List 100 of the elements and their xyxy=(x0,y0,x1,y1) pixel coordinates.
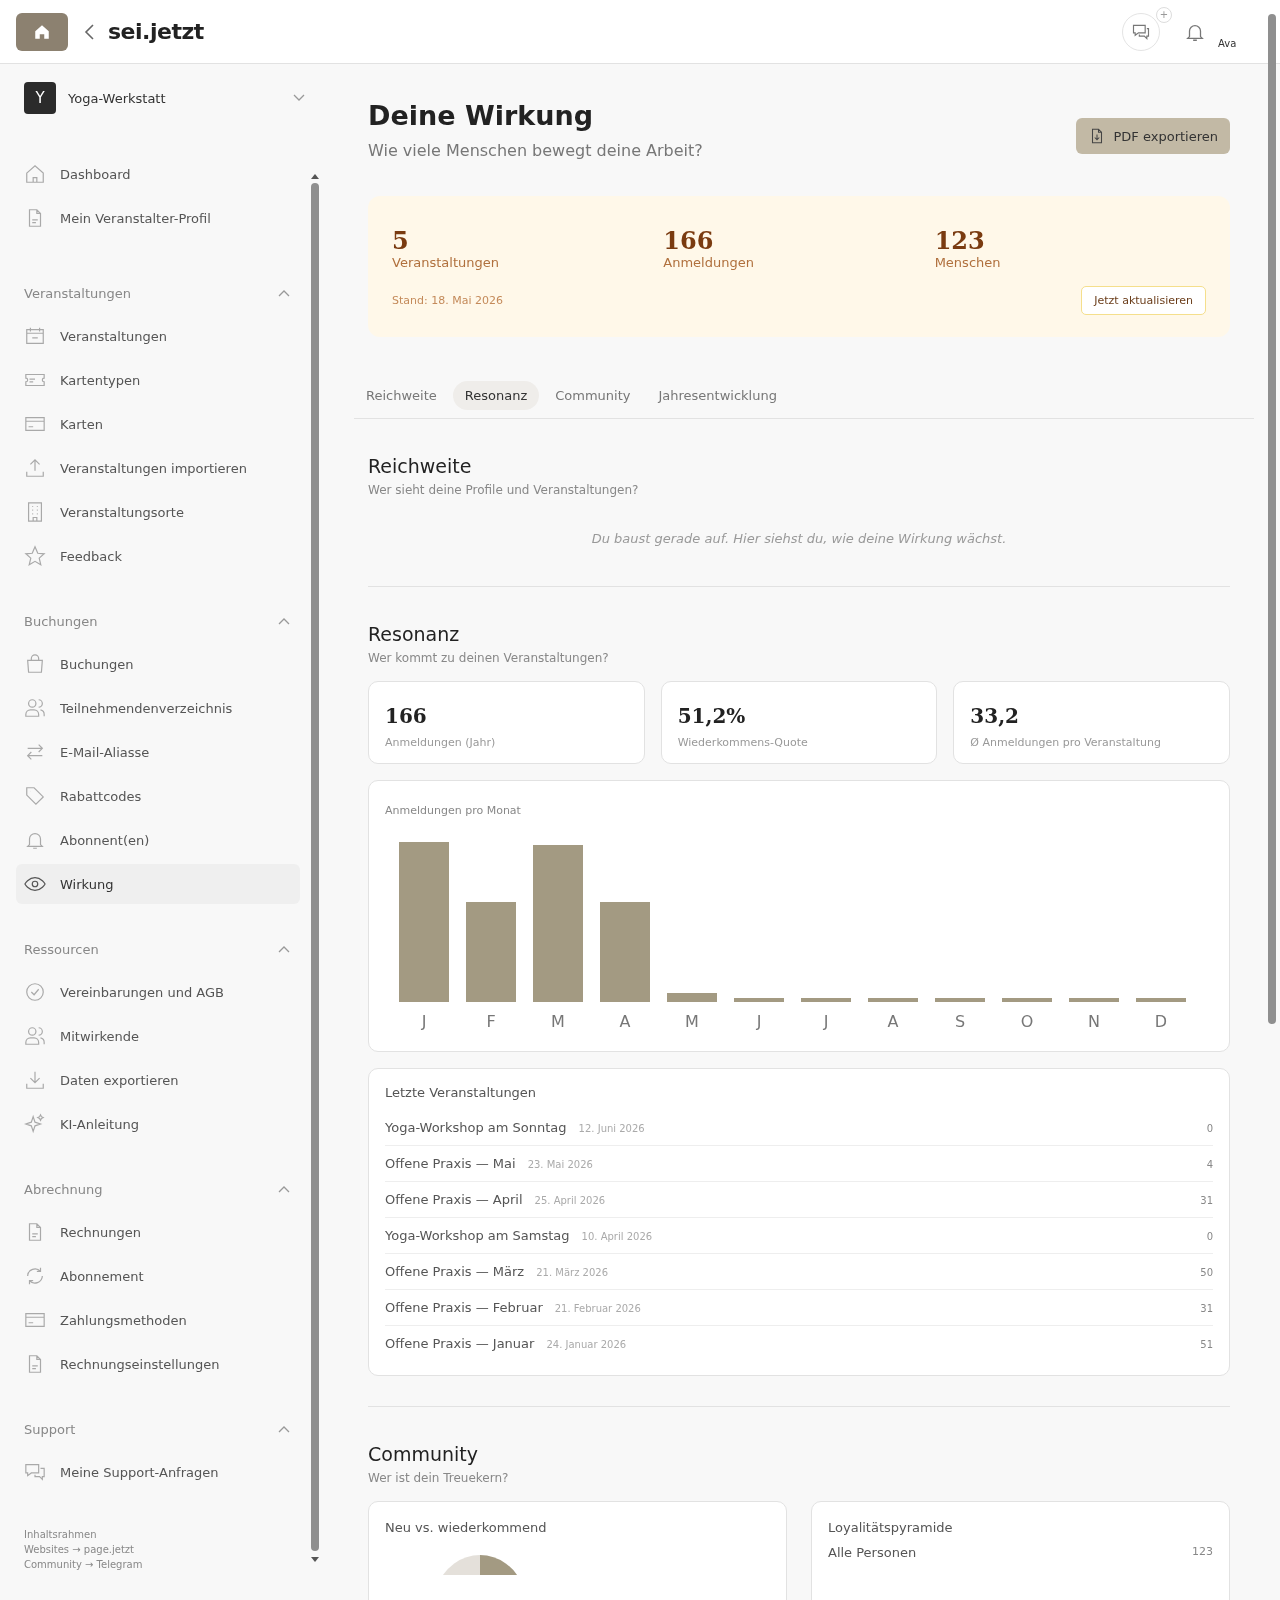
stat-value: 123 xyxy=(934,226,986,255)
stat-label: Veranstaltungen xyxy=(392,255,500,270)
sidebar-item[interactable]: Rechnungseinstellungen xyxy=(16,1344,300,1384)
sidebar-item[interactable]: Veranstaltungsorte xyxy=(16,492,300,532)
event-name[interactable]: Yoga-Workshop am Sonntag xyxy=(385,1120,567,1135)
chat-button[interactable] xyxy=(1122,12,1160,51)
footer-link[interactable]: Websites → page.jetzt xyxy=(24,1544,306,1555)
page-scrollbar[interactable] xyxy=(1268,14,1278,1024)
event-name[interactable]: Offene Praxis — Mai xyxy=(385,1156,516,1171)
sidebar-item[interactable]: Wirkung xyxy=(16,864,300,904)
registration-count: 31 xyxy=(1200,1303,1213,1314)
page-title: Deine Wirkung xyxy=(368,100,594,131)
tab[interactable]: Jahresentwicklung xyxy=(646,381,789,410)
star-icon xyxy=(24,545,46,567)
tab[interactable]: Community xyxy=(543,381,643,410)
organization-name: Yoga-Werkstatt xyxy=(68,90,167,106)
footer-link[interactable]: Inhaltsrahmen xyxy=(24,1529,306,1540)
event-name[interactable]: Offene Praxis — März xyxy=(385,1264,525,1279)
chevron-down-icon xyxy=(292,93,306,103)
sidebar-item[interactable]: Mitwirkende xyxy=(16,1016,300,1056)
tab[interactable]: Resonanz xyxy=(452,381,540,410)
chat-bubbles-icon xyxy=(24,1461,46,1483)
sidebar-item[interactable]: Veranstaltungen importieren xyxy=(16,448,300,488)
empty-state-message: Du baust gerade auf. Hier siehst du, wie deine Wirkung wächst. xyxy=(590,531,1008,546)
plus-badge: + xyxy=(1156,6,1172,23)
export-pdf-button[interactable]: PDF exportieren xyxy=(1075,118,1230,154)
section-title: Resonanz xyxy=(368,623,461,645)
event-name[interactable]: Offene Praxis — Januar xyxy=(385,1336,535,1351)
sidebar-item[interactable]: Kartentypen xyxy=(16,360,300,400)
kpi-label: Ø Anmeldungen pro Veranstaltung xyxy=(970,736,1162,749)
bar xyxy=(1002,998,1052,1002)
tab[interactable]: Reichweite xyxy=(354,381,449,410)
registration-count: 0 xyxy=(1206,1123,1213,1134)
sidebar-item[interactable]: Karten xyxy=(16,404,300,444)
month-label: J xyxy=(756,1012,762,1031)
month-label: S xyxy=(954,1012,966,1031)
sidebar-item[interactable]: Dashboard xyxy=(16,154,300,194)
event-date: 21. März 2026 xyxy=(536,1267,609,1278)
sidebar-item[interactable]: KI-Anleitung xyxy=(16,1104,300,1144)
event-name[interactable]: Yoga-Workshop am Samstag xyxy=(385,1228,570,1243)
event-date: 12. Juni 2026 xyxy=(578,1123,646,1134)
month-label: M xyxy=(685,1012,699,1031)
bar xyxy=(667,993,717,1002)
calendar-icon xyxy=(24,325,46,347)
sidebar-item[interactable]: Teilnehmendenverzeichnis xyxy=(16,688,300,728)
section-title: Reichweite xyxy=(368,455,473,477)
event-date: 24. Januar 2026 xyxy=(546,1339,628,1350)
home-button[interactable] xyxy=(16,12,68,51)
stat-label: Anmeldungen xyxy=(663,255,755,270)
tag-icon xyxy=(24,785,46,807)
sidebar-item[interactable]: Vereinbarungen und AGB xyxy=(16,972,300,1012)
sidebar-item[interactable]: Buchungen xyxy=(16,644,300,684)
shopping-bag-icon xyxy=(24,653,46,675)
event-date: 23. Mai 2026 xyxy=(527,1159,594,1170)
event-name[interactable]: Offene Praxis — April xyxy=(385,1192,523,1207)
card-title: Loyalitätspyramide xyxy=(828,1520,954,1535)
event-date: 21. Februar 2026 xyxy=(554,1303,642,1314)
as-of-date: Stand: 18. Mai 2026 xyxy=(392,294,503,307)
sidebar-item[interactable]: E-Mail-Aliasse xyxy=(16,732,300,772)
sidebar-item[interactable]: Abonnement xyxy=(16,1256,300,1296)
sidebar-item[interactable]: Veranstaltungen xyxy=(16,316,300,356)
back-chevron-icon[interactable] xyxy=(84,21,96,42)
month-label: O xyxy=(1020,1012,1034,1031)
people-icon xyxy=(24,1025,46,1047)
kpi-value: 51,2% xyxy=(677,704,747,728)
footer-link[interactable]: Community → Telegram xyxy=(24,1559,306,1570)
event-name[interactable]: Offene Praxis — Februar xyxy=(385,1300,543,1315)
avatar-broken-image[interactable]: Ava xyxy=(1218,14,1248,49)
month-label: J xyxy=(823,1012,829,1031)
logo-text[interactable]: sei.jetzt xyxy=(108,19,204,44)
kpi-label: Anmeldungen (Jahr) xyxy=(385,736,497,749)
sidebar-item[interactable]: Rechnungen xyxy=(16,1212,300,1252)
bar xyxy=(1069,998,1119,1002)
house-icon xyxy=(24,163,46,185)
sidebar-item[interactable]: Abonnent(en) xyxy=(16,820,300,860)
sparkle-icon xyxy=(24,1113,46,1135)
refresh-button[interactable]: Jetzt aktualisieren xyxy=(1081,286,1206,315)
sidebar-item[interactable]: Daten exportieren xyxy=(16,1060,300,1100)
sidebar-item[interactable]: Feedback xyxy=(16,536,300,576)
sidebar-item[interactable]: Rabattcodes xyxy=(16,776,300,816)
kpi-value: 33,2 xyxy=(970,704,1021,728)
sidebar-item[interactable]: Mein Veranstalter-Profil xyxy=(16,198,300,238)
sidebar-scrollbar[interactable] xyxy=(310,174,320,1562)
stat-label: Menschen xyxy=(934,255,1002,270)
registration-count: 31 xyxy=(1200,1195,1213,1206)
card-title: Letzte Veranstaltungen xyxy=(385,1085,538,1100)
bar xyxy=(935,998,985,1002)
kpi-value: 166 xyxy=(385,704,428,728)
bar xyxy=(868,998,918,1002)
bar xyxy=(1136,998,1186,1002)
month-label: M xyxy=(551,1012,565,1031)
download-icon xyxy=(24,1069,46,1091)
month-label: A xyxy=(619,1012,631,1031)
refresh-icon xyxy=(24,1265,46,1287)
organization-initial: Y xyxy=(24,82,56,114)
sidebar-item[interactable]: Meine Support-Anfragen xyxy=(16,1452,300,1492)
section-subtitle: Wer sieht deine Profile und Veranstaltungen? xyxy=(368,483,640,497)
organization-switcher[interactable]: Y Yoga-Werkstatt xyxy=(24,82,306,114)
event-date: 25. April 2026 xyxy=(534,1195,607,1206)
sidebar-item[interactable]: Zahlungsmethoden xyxy=(16,1300,300,1340)
